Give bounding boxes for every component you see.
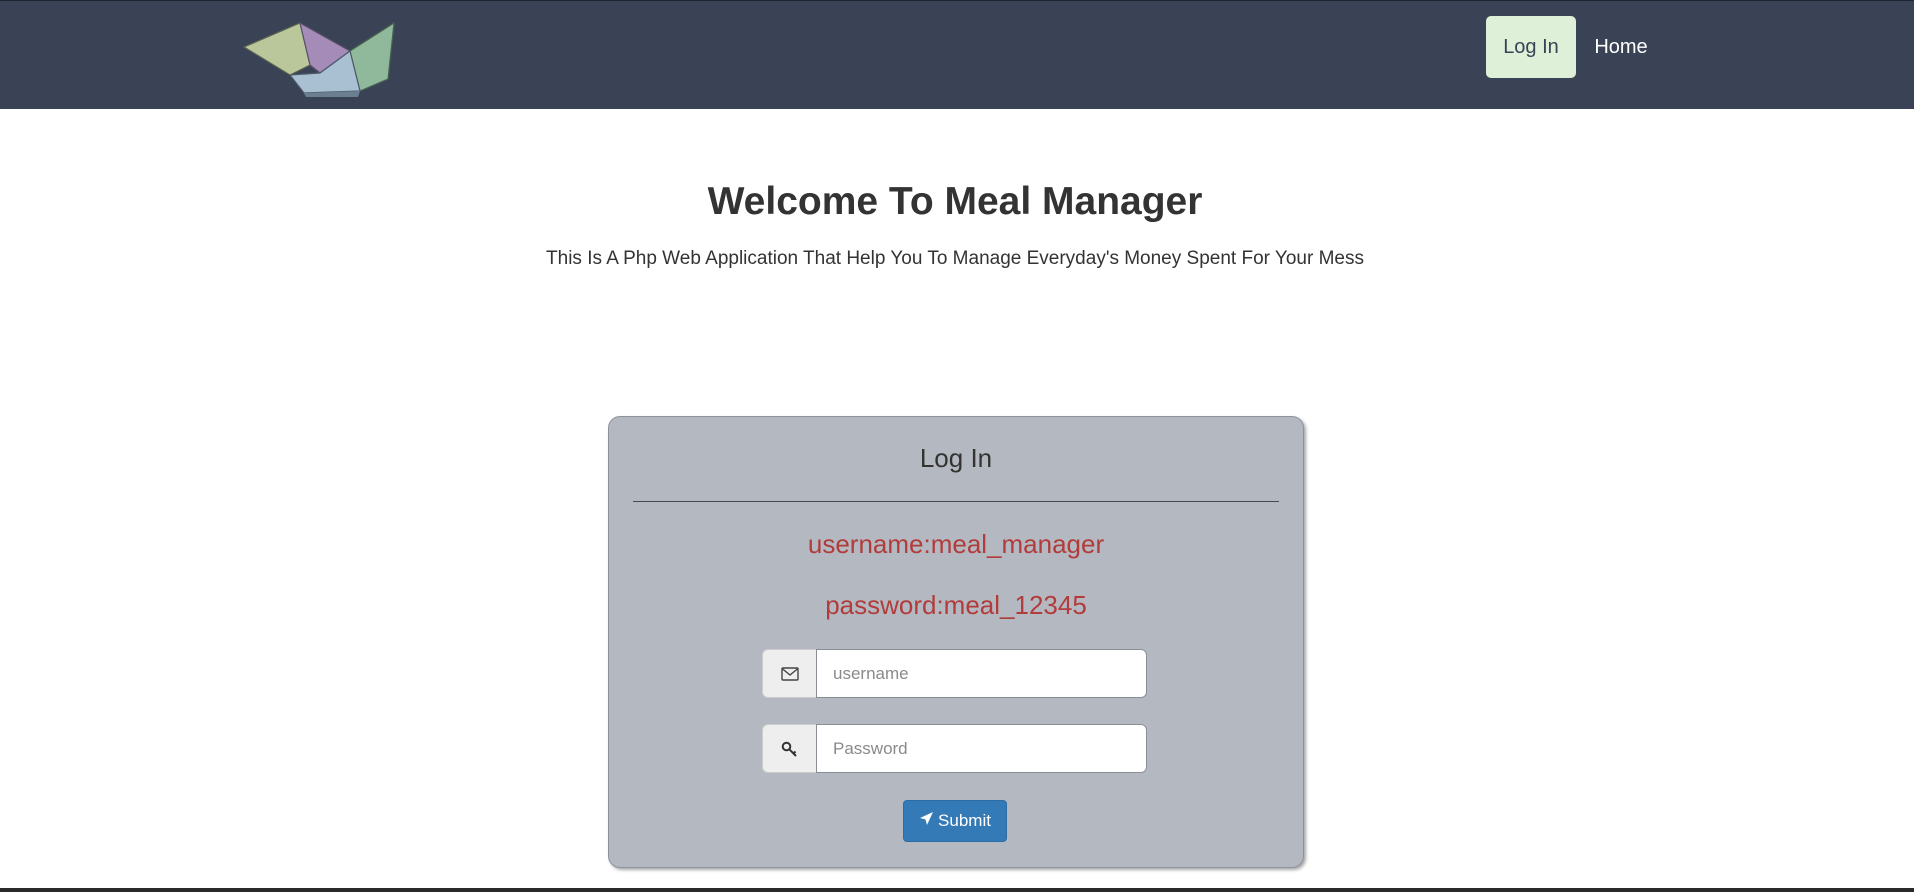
divider — [633, 501, 1279, 502]
site-logo[interactable] — [242, 21, 398, 99]
username-input[interactable] — [816, 649, 1147, 698]
top-navbar: Log In Home — [0, 0, 1914, 109]
key-icon — [762, 724, 816, 773]
password-hint: password:meal_12345 — [825, 590, 1087, 620]
username-input-group — [762, 649, 1147, 698]
password-input[interactable] — [816, 724, 1147, 773]
footer-bar — [0, 888, 1914, 892]
submit-button[interactable]: Submit — [903, 800, 1007, 842]
nav-login-link[interactable]: Log In — [1486, 16, 1576, 78]
page-title: Welcome To Meal Manager — [707, 180, 1203, 223]
page-subtitle: This Is A Php Web Application That Help … — [546, 248, 1364, 269]
login-panel: Log In username:meal_manager password:me… — [608, 416, 1304, 868]
nav-home-link[interactable]: Home — [1580, 16, 1662, 78]
login-panel-title: Log In — [919, 443, 993, 473]
username-hint: username:meal_manager — [807, 529, 1105, 559]
envelope-icon — [762, 649, 816, 698]
submit-label: Submit — [938, 811, 991, 830]
paper-plane-icon — [919, 811, 934, 831]
password-input-group — [762, 724, 1147, 773]
